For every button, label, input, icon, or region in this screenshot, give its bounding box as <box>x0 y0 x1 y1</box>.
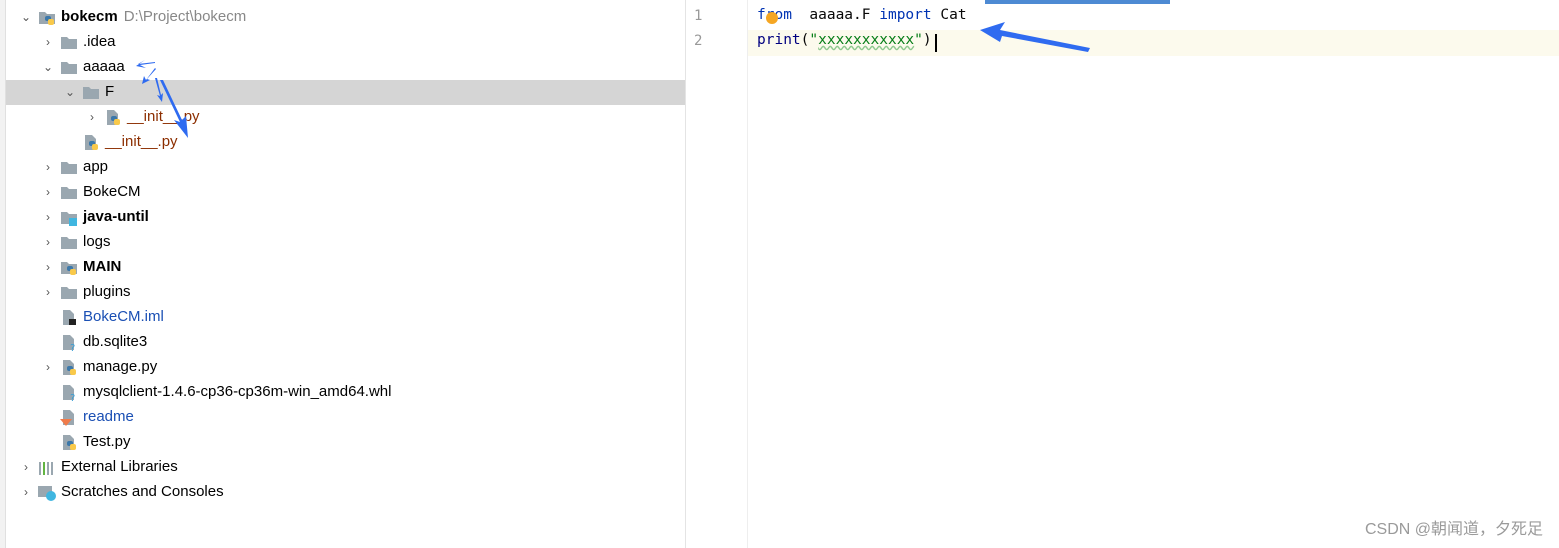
svg-text:?: ? <box>70 393 75 401</box>
line-number: 2 <box>694 33 703 49</box>
tree-item-label: plugins <box>83 283 131 300</box>
lightbulb-icon[interactable] <box>766 12 778 24</box>
unknown-file-icon: ? <box>60 334 78 354</box>
tree-item[interactable]: readme <box>6 405 685 430</box>
tree-item-label: manage.py <box>83 358 158 375</box>
tree-item-label: F <box>105 83 115 100</box>
module-folder-icon <box>60 209 78 226</box>
tree-item-label: app <box>83 158 109 175</box>
tree-item-label: External Libraries <box>61 458 178 475</box>
line-gutter: 12 <box>686 0 748 548</box>
folder-icon <box>60 159 78 176</box>
folder-icon <box>60 59 78 76</box>
code-token: " <box>914 32 923 48</box>
line-number: 1 <box>694 8 703 24</box>
unknown-file-icon: ? <box>60 384 78 404</box>
tree-item[interactable]: › manage.py <box>6 355 685 380</box>
tree-item-label: logs <box>83 233 111 250</box>
libraries-icon <box>38 459 56 476</box>
tree-item-label: mysqlclient-1.4.6-cp36-cp36m-win_amd64.w… <box>83 383 392 400</box>
project-tree-panel: ⌄ bokecm D:\Project\bokecm › .idea ⌄ aaaaa ⌄ F › _… <box>0 0 686 548</box>
tree-item[interactable]: › logs <box>6 230 685 255</box>
python-file-icon <box>60 359 78 376</box>
tree-item[interactable]: Test.py <box>6 430 685 455</box>
python-module-icon <box>60 259 78 276</box>
tree-item[interactable]: › MAIN <box>6 255 685 280</box>
iml-file-icon <box>60 309 78 326</box>
code-line[interactable]: print("xxxxxxxxxxx") <box>757 32 932 48</box>
chevron-right-icon[interactable]: › <box>40 184 56 200</box>
chevron-right-icon[interactable]: › <box>40 34 56 50</box>
chevron-right-icon[interactable]: › <box>40 259 56 275</box>
tree-item[interactable]: › app <box>6 155 685 180</box>
chevron-right-icon[interactable]: › <box>40 359 56 375</box>
code-token: Cat <box>931 7 967 23</box>
tree-item-label: BokeCM.iml <box>83 308 164 325</box>
tree-item-label: java-until <box>83 208 149 225</box>
tree-item-label: readme <box>83 408 134 425</box>
tree-item-label: db.sqlite3 <box>83 333 148 350</box>
code-token: aaaaa.F <box>791 7 880 23</box>
project-path: D:\Project\bokecm <box>123 8 247 25</box>
tree-item[interactable]: › java-until <box>6 205 685 230</box>
code-token: print <box>757 32 801 48</box>
folder-icon <box>60 34 78 51</box>
folder-icon <box>60 234 78 251</box>
tree-item[interactable]: BokeCM.iml <box>6 305 685 330</box>
chevron-right-icon[interactable]: › <box>40 284 56 300</box>
chevron-right-icon[interactable]: › <box>40 159 56 175</box>
tree-item[interactable]: ⌄ aaaaa <box>6 55 685 80</box>
tree-item[interactable]: __init__.py <box>6 130 685 155</box>
watermark: CSDN @朝闻道，夕死足 <box>1364 521 1543 538</box>
chevron-right-icon[interactable]: › <box>18 459 34 475</box>
folder-icon <box>60 284 78 301</box>
tree-item-label: bokecm <box>61 8 118 25</box>
tree-item-label: __init__.py <box>127 108 200 125</box>
code-token: " <box>809 32 819 48</box>
svg-text:?: ? <box>70 343 75 351</box>
tree-item[interactable]: ? db.sqlite3 <box>6 330 685 355</box>
folder-icon <box>82 84 100 101</box>
text-cursor <box>935 34 937 52</box>
tree-item-label: BokeCM <box>83 183 141 200</box>
code-token: import <box>879 7 932 23</box>
scratches-icon <box>38 484 56 501</box>
tree-item[interactable]: › plugins <box>6 280 685 305</box>
tree-item[interactable]: › External Libraries <box>6 455 685 480</box>
tree-item[interactable]: › BokeCM <box>6 180 685 205</box>
tree-item[interactable]: ? mysqlclient-1.4.6-cp36-cp36m-win_amd64.… <box>6 380 685 405</box>
code-token: ) <box>922 32 932 48</box>
tree-item-label: Scratches and Consoles <box>61 483 224 500</box>
chevron-right-icon[interactable]: › <box>18 484 34 500</box>
tree-item-label: MAIN <box>83 258 122 275</box>
python-file-icon <box>82 134 100 151</box>
tree-item[interactable]: ⌄ F <box>6 80 685 105</box>
python-file-icon <box>60 434 78 451</box>
chevron-right-icon[interactable]: › <box>40 209 56 225</box>
code-editor[interactable]: 12 from aaaaa.F import Catprint("xxxxxxx… <box>686 0 1559 548</box>
tree-item[interactable]: › Scratches and Consoles <box>6 480 685 505</box>
active-tab-indicator <box>985 0 1170 4</box>
tree-item[interactable]: ⌄ bokecm D:\Project\bokecm <box>6 5 685 30</box>
tree-item-label: aaaaa <box>83 58 125 75</box>
python-project-icon <box>38 9 56 26</box>
readme-file-icon <box>60 409 78 426</box>
chevron-down-icon[interactable]: ⌄ <box>40 59 56 75</box>
tree-item-label: __init__.py <box>105 133 178 150</box>
code-line[interactable]: from aaaaa.F import Cat <box>757 7 967 23</box>
tree-item[interactable]: › .idea <box>6 30 685 55</box>
python-file-icon <box>104 109 122 126</box>
tree-item-label: Test.py <box>83 433 131 450</box>
tree-item-label: .idea <box>83 33 116 50</box>
chevron-right-icon[interactable]: › <box>40 234 56 250</box>
chevron-down-icon[interactable]: ⌄ <box>62 84 78 100</box>
code-token: xxxxxxxxxxx <box>818 32 915 48</box>
chevron-right-icon[interactable]: › <box>84 109 100 125</box>
folder-icon <box>60 184 78 201</box>
chevron-down-icon[interactable]: ⌄ <box>18 9 34 25</box>
tree-item[interactable]: › __init__.py <box>6 105 685 130</box>
